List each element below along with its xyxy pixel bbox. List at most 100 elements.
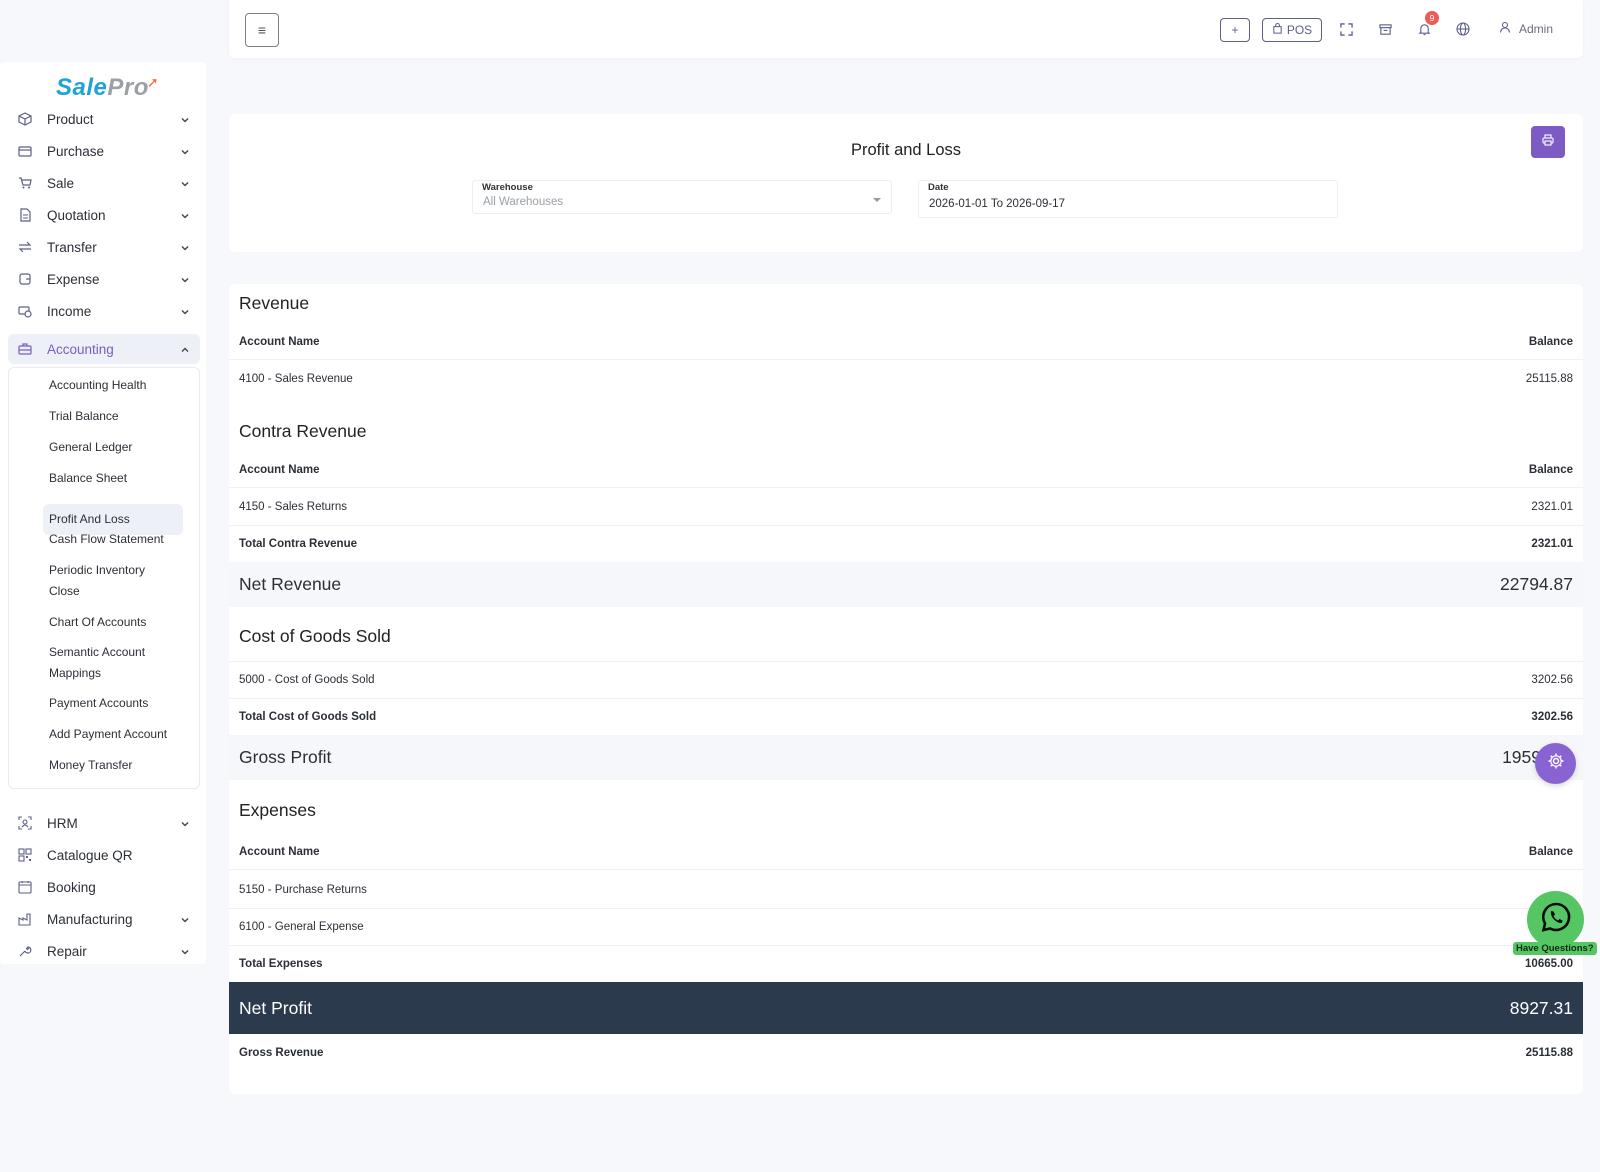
chevron-down-icon [180,272,190,290]
chevron-up-icon [180,342,190,360]
sidebar-item-expense[interactable]: Expense [8,264,200,294]
date-range-input[interactable]: 2026-01-01 To 2026-09-17 [918,180,1338,218]
sidebar-item-label: Manufacturing [47,911,133,927]
table-header: Account Name Balance [229,452,1583,488]
sidebar-item-label: Product [47,111,94,127]
sidebar-subitem-periodic-inventory-close[interactable]: Periodic Inventory Close [45,560,187,602]
sidebar-item-purchase[interactable]: Purchase [8,136,200,166]
printer-icon [1542,133,1554,151]
chevron-down-icon [180,816,190,834]
user-menu[interactable]: Admin [1499,21,1553,36]
pos-button[interactable]: POS [1262,18,1322,42]
total-row: Total Contra Revenue 2321.01 [229,525,1583,562]
transfer-icon [14,236,36,258]
section-title-cogs: Cost of Goods Sold [239,626,391,646]
sidebar-item-sale[interactable]: Sale [8,168,200,198]
chevron-down-icon [180,944,190,962]
box-icon [14,108,36,130]
gear-icon [1547,752,1565,775]
section-title-contra-revenue: Contra Revenue [239,421,367,441]
sidebar-item-manufacturing[interactable]: Manufacturing [8,904,200,934]
sidebar-item-label: Repair [47,943,87,959]
add-button[interactable]: + [1220,18,1250,42]
app-logo[interactable]: SalePro➚ [56,74,161,102]
sidebar-item-catalogue-qr[interactable]: Catalogue QR [8,840,200,870]
chevron-down-icon [180,304,190,322]
menu-toggle-button[interactable]: ≡ [245,13,279,47]
sidebar-item-hrm[interactable]: HRM [8,808,200,838]
total-row: Total Expenses 10665.00 [229,945,1583,982]
print-button[interactable] [1531,126,1565,158]
chevron-down-icon [180,112,190,130]
user-icon [1499,21,1511,36]
table-header: Account Name Balance [229,834,1583,870]
sidebar-item-label: Booking [47,879,96,895]
sidebar-item-quotation[interactable]: Quotation [8,200,200,230]
table-row: 6100 - General Expense [229,908,1583,945]
sidebar-subitem-trial-balance[interactable]: Trial Balance [45,406,187,427]
chevron-down-icon [180,208,190,226]
sidebar-subitem-add-payment-account[interactable]: Add Payment Account [45,724,187,745]
archive-icon[interactable] [1376,20,1394,38]
table-header: Account Name Balance [229,324,1583,360]
filter-card: Profit and Loss Warehouse All Warehouses… [229,114,1583,252]
table-row: 5000 - Cost of Goods Sold 3202.56 [229,661,1583,698]
help-label[interactable]: Have Questions? [1513,942,1597,955]
table-row: 5150 - Purchase Returns [239,883,367,896]
total-row: Total Cost of Goods Sold 3202.56 [229,698,1583,735]
gross-revenue-row: Gross Revenue 25115.88 [239,1046,1573,1059]
factory-icon [14,908,36,930]
calendar-icon [14,876,36,898]
hamburger-icon: ≡ [257,22,267,38]
card-icon [14,140,36,162]
wallet-icon [14,268,36,290]
sidebar-item-label: Quotation [47,207,106,223]
sidebar-item-repair[interactable]: Repair [8,936,200,966]
chevron-down-icon [180,240,190,258]
chevron-down-icon [180,144,190,162]
money-icon [14,300,36,322]
user-scan-icon [14,812,36,834]
page-title: Profit and Loss [850,141,962,159]
globe-icon[interactable] [1454,20,1472,38]
sidebar-item-label: Transfer [47,239,97,255]
shopping-bag-icon [1272,22,1283,37]
sidebar-item-product[interactable]: Product [8,104,200,134]
chevron-down-icon [180,176,190,194]
sidebar-subitem-balance-sheet[interactable]: Balance Sheet [45,468,187,489]
plus-icon: + [1231,23,1239,37]
briefcase-icon [14,338,36,360]
table-row: 4100 - Sales Revenue 25115.88 [239,372,1573,385]
accounting-submenu: Accounting Health Trial Balance General … [8,367,200,789]
gross-profit-row: Gross Profit 1959 [229,735,1583,780]
wrench-icon [14,940,36,962]
chevron-down-icon [180,912,190,930]
sidebar-subitem-payment-accounts[interactable]: Payment Accounts [45,693,187,714]
sidebar-subitem-semantic-account-mappings[interactable]: Semantic Account Mappings [45,642,187,684]
sidebar-subitem-accounting-health[interactable]: Accounting Health [45,375,187,396]
sidebar-subitem-money-transfer[interactable]: Money Transfer [45,755,187,776]
whatsapp-button[interactable] [1527,891,1584,948]
profit-loss-report: Revenue Account Name Balance 4100 - Sales… [229,284,1583,1094]
sidebar-item-label: Income [47,303,92,319]
sidebar-item-label: Expense [47,271,100,287]
section-title-revenue: Revenue [239,293,310,313]
settings-button[interactable] [1535,743,1576,784]
sidebar-item-transfer[interactable]: Transfer [8,232,200,262]
cart-icon [14,172,36,194]
sidebar-item-income[interactable]: Income [8,296,200,326]
sidebar-item-accounting[interactable]: Accounting [8,334,200,364]
user-name: Admin [1519,21,1554,36]
sidebar-subitem-general-ledger[interactable]: General Ledger [45,437,187,458]
sidebar-subitem-cash-flow-statement[interactable]: Cash Flow Statement [45,529,187,550]
net-revenue-row: Net Revenue 22794.87 [229,562,1583,607]
net-profit-row: Net Profit 8927.31 [229,982,1583,1034]
table-row: 4150 - Sales Returns 2321.01 [239,500,1573,513]
sidebar-subitem-chart-of-accounts[interactable]: Chart Of Accounts [45,612,187,633]
sidebar-item-booking[interactable]: Booking [8,872,200,902]
section-title-expenses: Expenses [239,800,316,820]
whatsapp-icon [1540,901,1572,938]
fullscreen-icon[interactable] [1337,20,1355,38]
sidebar-item-label: HRM [47,815,78,831]
warehouse-select[interactable]: All Warehouses [472,180,892,214]
